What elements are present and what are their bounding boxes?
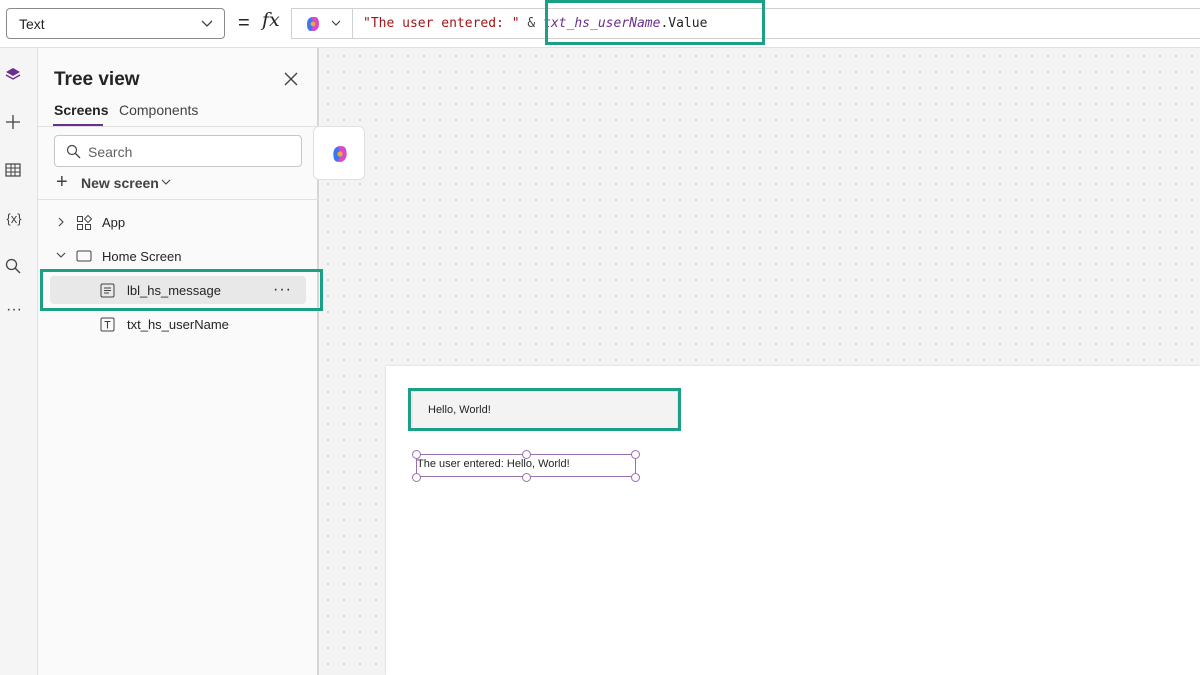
app-icon [77, 215, 92, 230]
resize-handle[interactable] [522, 473, 531, 482]
copilot-button[interactable] [313, 126, 365, 180]
formula-string: "The user entered: " [363, 16, 520, 31]
tab-screens[interactable]: Screens [54, 102, 108, 118]
formula-input[interactable]: "The user entered: " & txt_hs_userName.V… [352, 8, 1200, 39]
chevron-right-icon[interactable] [57, 217, 65, 227]
chevron-down-icon [161, 179, 171, 185]
tree-view-title: Tree view [54, 69, 140, 90]
resize-handle[interactable] [522, 450, 531, 459]
formula-bar: Text = fx "The user entered: " & txt_hs_… [0, 0, 1200, 48]
resize-handle[interactable] [631, 473, 640, 482]
property-dropdown-value: Text [19, 16, 45, 32]
text-input-value: Hello, World! [428, 404, 491, 416]
resize-handle[interactable] [412, 450, 421, 459]
tree-node-label: txt_hs_userName [127, 317, 229, 332]
chevron-down-icon[interactable] [56, 251, 66, 259]
label-icon [100, 283, 115, 298]
tree-node-label: App [102, 215, 126, 230]
add-icon[interactable] [4, 113, 22, 131]
tree-node-txt-hs-username[interactable]: txt_hs_userName [50, 310, 306, 338]
variables-icon[interactable]: {x} [3, 210, 25, 228]
more-icon[interactable]: ··· [3, 301, 25, 319]
tree-node-lbl-hs-message[interactable]: lbl_hs_message ··· [50, 276, 306, 304]
copilot-icon [333, 146, 347, 162]
search-input[interactable] [88, 142, 288, 162]
formula-identifier: txt_hs_userName [543, 16, 661, 31]
tree-search[interactable] [54, 135, 302, 167]
plus-icon: + [56, 171, 68, 193]
label-text: The user entered: Hello, World! [417, 458, 570, 470]
data-table-icon[interactable] [4, 161, 22, 179]
formula-operator: & [519, 16, 544, 31]
layers-icon[interactable] [4, 66, 22, 84]
tree-node-label: lbl_hs_message [127, 283, 221, 298]
more-options-icon[interactable]: ··· [273, 281, 292, 299]
tree-node-label: Home Screen [102, 249, 182, 264]
tree-node-app[interactable]: App [54, 208, 304, 236]
text-input-icon [100, 317, 115, 332]
property-dropdown[interactable]: Text [6, 8, 225, 39]
left-rail: {x} ··· [0, 48, 38, 675]
resize-handle[interactable] [631, 450, 640, 459]
tree-view-panel: Tree view Screens Components + New scree… [38, 48, 319, 675]
close-icon[interactable] [284, 72, 298, 86]
equals-sign: = [238, 12, 250, 34]
divider [38, 199, 319, 200]
copilot-formula-button[interactable] [291, 8, 353, 39]
fx-icon: fx [262, 9, 280, 31]
txt-hs-username-control[interactable]: Hello, World! [412, 391, 678, 429]
copilot-icon [307, 17, 319, 31]
formula-property: .Value [660, 16, 708, 31]
chevron-down-icon [331, 20, 341, 26]
chevron-down-icon [201, 20, 213, 27]
new-screen-label: New screen [81, 175, 159, 191]
tab-components[interactable]: Components [119, 102, 198, 118]
search-icon[interactable] [4, 257, 22, 275]
tree-node-home-screen[interactable]: Home Screen [54, 242, 304, 270]
resize-handle[interactable] [412, 473, 421, 482]
screen-icon [76, 250, 92, 262]
search-icon [66, 144, 81, 159]
divider [38, 126, 319, 127]
